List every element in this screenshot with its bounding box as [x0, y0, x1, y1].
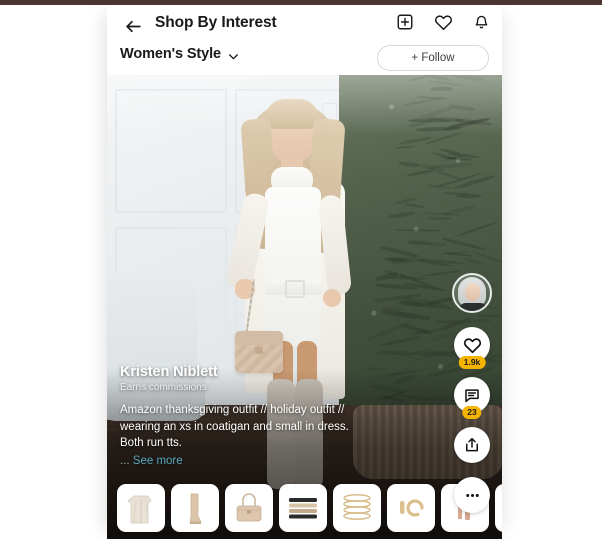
- see-more-label: See more: [133, 455, 183, 467]
- more-options-button[interactable]: [454, 477, 490, 513]
- category-label[interactable]: Women's Style: [120, 46, 221, 62]
- product-thumb-bangles[interactable]: [333, 484, 381, 532]
- creator-avatar[interactable]: [452, 273, 492, 313]
- post-media[interactable]: Kristen Niblett Earns commissions Amazon…: [107, 75, 502, 539]
- comment-button[interactable]: 23: [454, 377, 490, 413]
- like-count-badge: 1.9k: [459, 356, 486, 369]
- action-rail: 1.9k 23: [452, 273, 492, 513]
- content-panel: Shop By Interest Women's Style + Follow …: [107, 5, 502, 539]
- top-border-bar: [0, 0, 602, 5]
- share-button[interactable]: [454, 427, 490, 463]
- like-button[interactable]: 1.9k: [454, 327, 490, 363]
- bell-icon[interactable]: [469, 10, 493, 34]
- caption-text: Amazon thanksgiving outfit // holiday ou…: [120, 402, 375, 452]
- see-more-link[interactable]: ... See more: [120, 455, 375, 467]
- product-carousel[interactable]: [107, 480, 502, 536]
- header-top-row: Shop By Interest: [107, 5, 502, 45]
- page-title: Shop By Interest: [155, 14, 277, 32]
- back-arrow-icon[interactable]: [120, 13, 146, 39]
- lifestyle-photo: [107, 75, 502, 539]
- product-thumb-earrings[interactable]: [387, 484, 435, 532]
- chevron-down-icon[interactable]: [227, 50, 240, 63]
- heart-icon[interactable]: [431, 10, 455, 34]
- follow-button[interactable]: + Follow: [377, 45, 489, 71]
- add-plus-square-icon[interactable]: [393, 10, 417, 34]
- product-thumb-next[interactable]: [495, 484, 502, 532]
- product-thumb-boot[interactable]: [171, 484, 219, 532]
- top-gradient-overlay: [107, 75, 502, 135]
- header-category-row: Women's Style + Follow: [107, 43, 502, 75]
- comment-count-badge: 23: [462, 406, 481, 419]
- header-icon-group: [393, 10, 493, 34]
- product-thumb-coatigan[interactable]: [117, 484, 165, 532]
- post-caption-block: Kristen Niblett Earns commissions Amazon…: [120, 364, 375, 467]
- product-thumb-handbag[interactable]: [225, 484, 273, 532]
- product-thumb-bracelets[interactable]: [279, 484, 327, 532]
- ellipsis-text: ...: [120, 455, 133, 467]
- app-header: Shop By Interest Women's Style + Follow: [107, 5, 502, 75]
- creator-name[interactable]: Kristen Niblett: [120, 364, 375, 380]
- creator-subtitle: Earns commissions: [120, 382, 375, 393]
